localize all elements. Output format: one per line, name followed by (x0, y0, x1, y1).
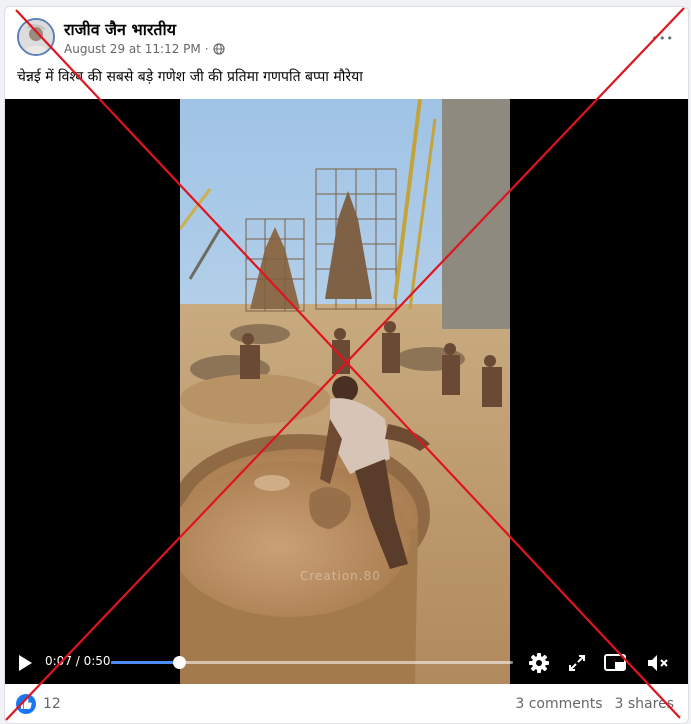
profile-picture (19, 20, 53, 54)
more-dots-icon: ••• (651, 32, 674, 45)
video-player[interactable]: Creation.80 0:07 / 0:50 (5, 99, 688, 684)
fullscreen-button[interactable] (568, 654, 586, 676)
shares-count[interactable]: 3 shares (615, 696, 674, 712)
meta-separator: · (204, 42, 209, 56)
settings-button[interactable] (529, 653, 549, 677)
mute-button[interactable] (646, 653, 670, 677)
video-controls: 0:07 / 0:50 (5, 642, 688, 684)
engagement-stats: 3 comments 3 shares (515, 696, 674, 712)
time-display: 0:07 / 0:50 (45, 654, 111, 668)
globe-icon (212, 43, 225, 55)
comments-count[interactable]: 3 comments (515, 696, 602, 712)
picture-in-picture-button[interactable] (604, 653, 626, 677)
thumbs-up-icon (21, 698, 32, 709)
play-button[interactable] (17, 654, 33, 676)
seek-bar[interactable] (111, 656, 513, 669)
reactions-bar: 12 3 comments 3 shares (5, 684, 688, 723)
gear-icon (529, 653, 549, 673)
volume-muted-icon (648, 655, 668, 671)
video-watermark: Creation.80 (300, 569, 381, 583)
play-icon (19, 655, 32, 671)
post-meta: August 29 at 11:12 PM · (64, 42, 225, 56)
like-reaction-icon[interactable] (16, 694, 36, 714)
expand-icon (569, 655, 585, 671)
video-frame (180, 99, 510, 684)
more-options-button[interactable]: ••• (652, 27, 674, 46)
seek-handle[interactable] (173, 656, 187, 669)
post-card: राजीव जैन भारतीय August 29 at 11:12 PM ·… (4, 6, 689, 724)
post-caption: चेन्नई में विश्व की सबसे बड़े गणेश जी की… (17, 69, 363, 85)
seek-bar-progress (111, 661, 180, 664)
avatar[interactable] (17, 18, 55, 56)
pip-icon (604, 654, 626, 671)
post-timestamp[interactable]: August 29 at 11:12 PM (64, 42, 201, 56)
like-count[interactable]: 12 (43, 696, 61, 712)
author-name[interactable]: राजीव जैन भारतीय (64, 18, 176, 40)
